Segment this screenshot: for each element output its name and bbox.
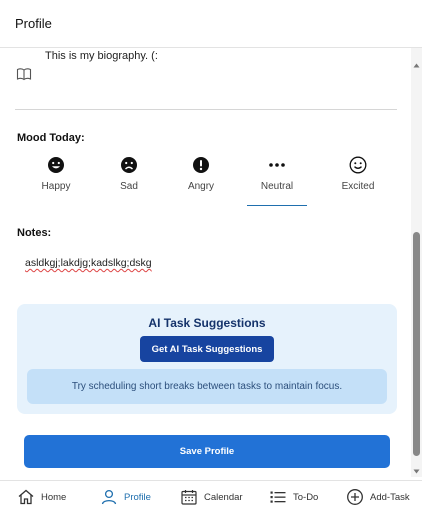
mood-option-label: Angry [187,181,215,192]
scroll-down-arrow-icon[interactable] [413,462,420,474]
smile-outline-icon [349,156,367,174]
happy-face-icon [47,156,65,174]
nav-label: Profile [124,491,151,503]
mood-option-label: Happy [41,181,71,192]
nav-item-todo[interactable]: To-Do [269,488,318,506]
nav-item-profile[interactable]: Profile [100,488,151,506]
mood-option-sad[interactable]: Sad [99,156,159,206]
mood-option-excited[interactable]: Excited [328,156,388,206]
save-profile-button[interactable]: Save Profile [24,435,390,468]
nav-label: Calendar [204,491,243,503]
sad-face-icon [120,156,138,174]
biography-text[interactable]: This is my biography. (: [45,50,158,62]
mood-option-neutral[interactable]: Neutral [247,156,307,206]
mood-option-happy[interactable]: Happy [26,156,86,206]
notes-field[interactable]: asldkgj;lakdjg;kadslkg;dskg [25,257,152,269]
mood-option-angry[interactable]: Angry [171,156,231,206]
mood-option-label: Sad [120,181,138,192]
plus-circle-icon [346,488,364,506]
ai-suggestion-tip: Try scheduling short breaks between task… [27,369,387,404]
mood-selector: Happy Sad Angry Neutral Excited [17,156,397,206]
nav-item-calendar[interactable]: Calendar [180,488,243,506]
user-icon [100,488,118,506]
notes-label: Notes: [17,227,52,239]
vertical-scrollbar[interactable] [411,48,422,477]
page-title: Profile [15,16,52,31]
calendar-icon [180,488,198,506]
book-icon [16,66,32,82]
nav-item-home[interactable]: Home [17,488,66,506]
ai-suggestion-tip-text: Try scheduling short breaks between task… [71,381,343,392]
scrollbar-thumb[interactable] [413,232,420,456]
list-icon [269,488,287,506]
nav-item-add-task[interactable]: Add-Task [346,488,410,506]
scroll-up-arrow-icon[interactable] [413,56,420,68]
nav-label: Add-Task [370,491,410,503]
mood-option-label: Excited [341,181,375,192]
ellipsis-icon [268,156,286,174]
ai-suggestions-title: AI Task Suggestions [148,316,266,330]
profile-content[interactable]: This is my biography. (: Mood Today: Hap… [0,48,410,477]
home-icon [17,488,35,506]
bottom-navigation: Home Profile Calendar To-Do Add-Task [0,480,422,512]
mood-label: Mood Today: [17,132,85,144]
ai-suggestions-card: AI Task Suggestions Get AI Task Suggesti… [17,304,397,414]
nav-label: To-Do [293,491,319,503]
biography-section: This is my biography. (: [15,48,397,110]
exclamation-circle-icon [192,156,210,174]
get-ai-suggestions-button[interactable]: Get AI Task Suggestions [140,336,274,362]
app-header: Profile [0,0,422,48]
nav-label: Home [41,491,67,503]
mood-option-label: Neutral [260,181,294,192]
